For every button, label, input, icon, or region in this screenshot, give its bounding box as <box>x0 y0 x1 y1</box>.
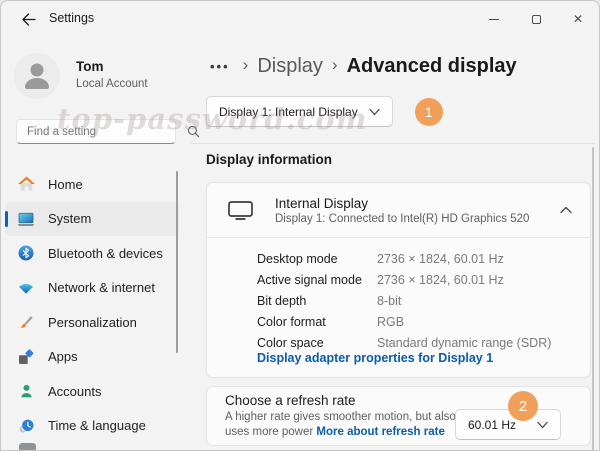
network-icon <box>17 279 35 296</box>
sidebar-item-system[interactable]: System <box>5 202 179 236</box>
sidebar-item-label: Bluetooth & devices <box>48 246 163 261</box>
apps-icon <box>17 348 35 365</box>
search-input[interactable] <box>17 126 187 138</box>
home-icon <box>17 176 35 193</box>
main-content: ••• › Display › Advanced display Display… <box>191 37 599 450</box>
titlebar: Settings ✕ <box>1 1 599 37</box>
breadcrumb: ••• › Display › Advanced display <box>206 49 517 83</box>
avatar[interactable] <box>14 53 60 99</box>
chevron-down-icon <box>537 421 548 429</box>
page-title: Advanced display <box>347 55 517 78</box>
search-box[interactable] <box>16 119 176 144</box>
breadcrumb-ellipsis-button[interactable]: ••• <box>206 57 234 76</box>
system-icon <box>17 210 35 227</box>
refresh-desc-line1: A higher rate gives smoother motion, but… <box>225 411 456 423</box>
display-select-value: Display 1: Internal Display <box>219 105 358 119</box>
close-button[interactable]: ✕ <box>557 1 599 37</box>
display-info-expander[interactable]: Internal Display Display 1: Connected to… <box>207 183 590 238</box>
sidebar-item-accounts[interactable]: Accounts <box>5 374 179 408</box>
display-card-title: Internal Display <box>275 196 560 211</box>
sidebar-item-home[interactable]: Home <box>5 167 179 201</box>
sidebar-item-time-language[interactable]: Time & language <box>5 409 179 443</box>
display-card-subtitle: Display 1: Connected to Intel(R) HD Grap… <box>275 213 560 225</box>
monitor-icon <box>227 199 257 221</box>
display-adapter-properties-link[interactable]: Display adapter properties for Display 1 <box>257 351 493 365</box>
window-title: Settings <box>49 11 94 25</box>
detail-row-color-space: Color space Standard dynamic range (SDR) <box>257 332 590 353</box>
detail-row-bit-depth: Bit depth 8-bit <box>257 290 590 311</box>
sidebar-scrollbar[interactable] <box>176 171 178 353</box>
detail-value: 8-bit <box>377 294 401 308</box>
callout-badge-1: 1 <box>415 98 443 126</box>
sidebar-item-label: Apps <box>48 349 78 364</box>
time-language-icon <box>17 417 35 434</box>
chevron-down-icon <box>369 108 380 116</box>
sidebar-item-label: Personalization <box>48 315 137 330</box>
personalization-icon <box>17 314 35 331</box>
gaming-icon-partial <box>19 443 36 451</box>
minimize-icon <box>489 19 499 20</box>
chevron-right-icon: › <box>243 55 249 75</box>
detail-value: Standard dynamic range (SDR) <box>377 336 551 350</box>
sidebar-item-apps[interactable]: Apps <box>5 340 179 374</box>
display-selector-row: Display 1: Internal Display 1 <box>206 96 443 127</box>
detail-value: RGB <box>377 315 404 329</box>
detail-label: Bit depth <box>257 294 377 308</box>
detail-row-desktop-mode: Desktop mode 2736 × 1824, 60.01 Hz <box>257 248 590 269</box>
accounts-icon <box>17 383 35 400</box>
refresh-rate-value: 60.01 Hz <box>468 418 516 432</box>
refresh-rate-dropdown[interactable]: 60.01 Hz <box>455 409 561 440</box>
display-information-card: Internal Display Display 1: Connected to… <box>206 182 591 378</box>
maximize-icon <box>532 15 541 24</box>
refresh-rate-card: Choose a refresh rate A higher rate give… <box>206 386 591 446</box>
detail-label: Color format <box>257 315 377 329</box>
sidebar-item-label: Time & language <box>48 418 146 433</box>
divider <box>191 143 595 144</box>
sidebar-item-label: Network & internet <box>48 280 155 295</box>
user-name: Tom <box>76 59 104 74</box>
section-title: Display information <box>206 152 332 167</box>
sidebar-item-label: Home <box>48 177 83 192</box>
detail-row-active-signal-mode: Active signal mode 2736 × 1824, 60.01 Hz <box>257 269 590 290</box>
more-about-refresh-rate-link[interactable]: More about refresh rate <box>316 426 444 438</box>
sidebar-item-bluetooth[interactable]: Bluetooth & devices <box>5 236 179 270</box>
display-select-dropdown[interactable]: Display 1: Internal Display <box>206 96 393 127</box>
maximize-button[interactable] <box>515 1 557 37</box>
person-icon <box>14 53 60 99</box>
detail-label: Desktop mode <box>257 252 377 266</box>
user-account-type: Local Account <box>76 78 148 90</box>
bluetooth-icon <box>17 245 35 262</box>
detail-row-color-format: Color format RGB <box>257 311 590 332</box>
sidebar-item-label: System <box>48 211 91 226</box>
detail-value: 2736 × 1824, 60.01 Hz <box>377 273 504 287</box>
chevron-right-icon: › <box>332 55 338 75</box>
detail-label: Active signal mode <box>257 273 377 287</box>
close-icon: ✕ <box>573 13 583 25</box>
sidebar-item-personalization[interactable]: Personalization <box>5 305 179 339</box>
back-arrow-icon <box>21 13 36 26</box>
sidebar-item-network[interactable]: Network & internet <box>5 271 179 305</box>
callout-badge-2: 2 <box>508 391 538 421</box>
detail-label: Color space <box>257 336 377 350</box>
back-button[interactable] <box>15 6 41 32</box>
breadcrumb-display-link[interactable]: Display <box>257 55 323 78</box>
chevron-up-icon <box>560 206 572 214</box>
sidebar-item-label: Accounts <box>48 384 101 399</box>
sidebar: Tom Local Account Home <box>1 37 191 450</box>
minimize-button[interactable] <box>473 1 515 37</box>
main-scrollbar[interactable] <box>592 147 594 451</box>
display-detail-rows: Desktop mode 2736 × 1824, 60.01 Hz Activ… <box>207 238 590 353</box>
refresh-desc-line2: uses more power <box>225 426 313 438</box>
sidebar-nav: Home System <box>5 167 179 443</box>
detail-value: 2736 × 1824, 60.01 Hz <box>377 252 504 266</box>
settings-window: Settings ✕ Tom Local Account <box>0 0 600 451</box>
